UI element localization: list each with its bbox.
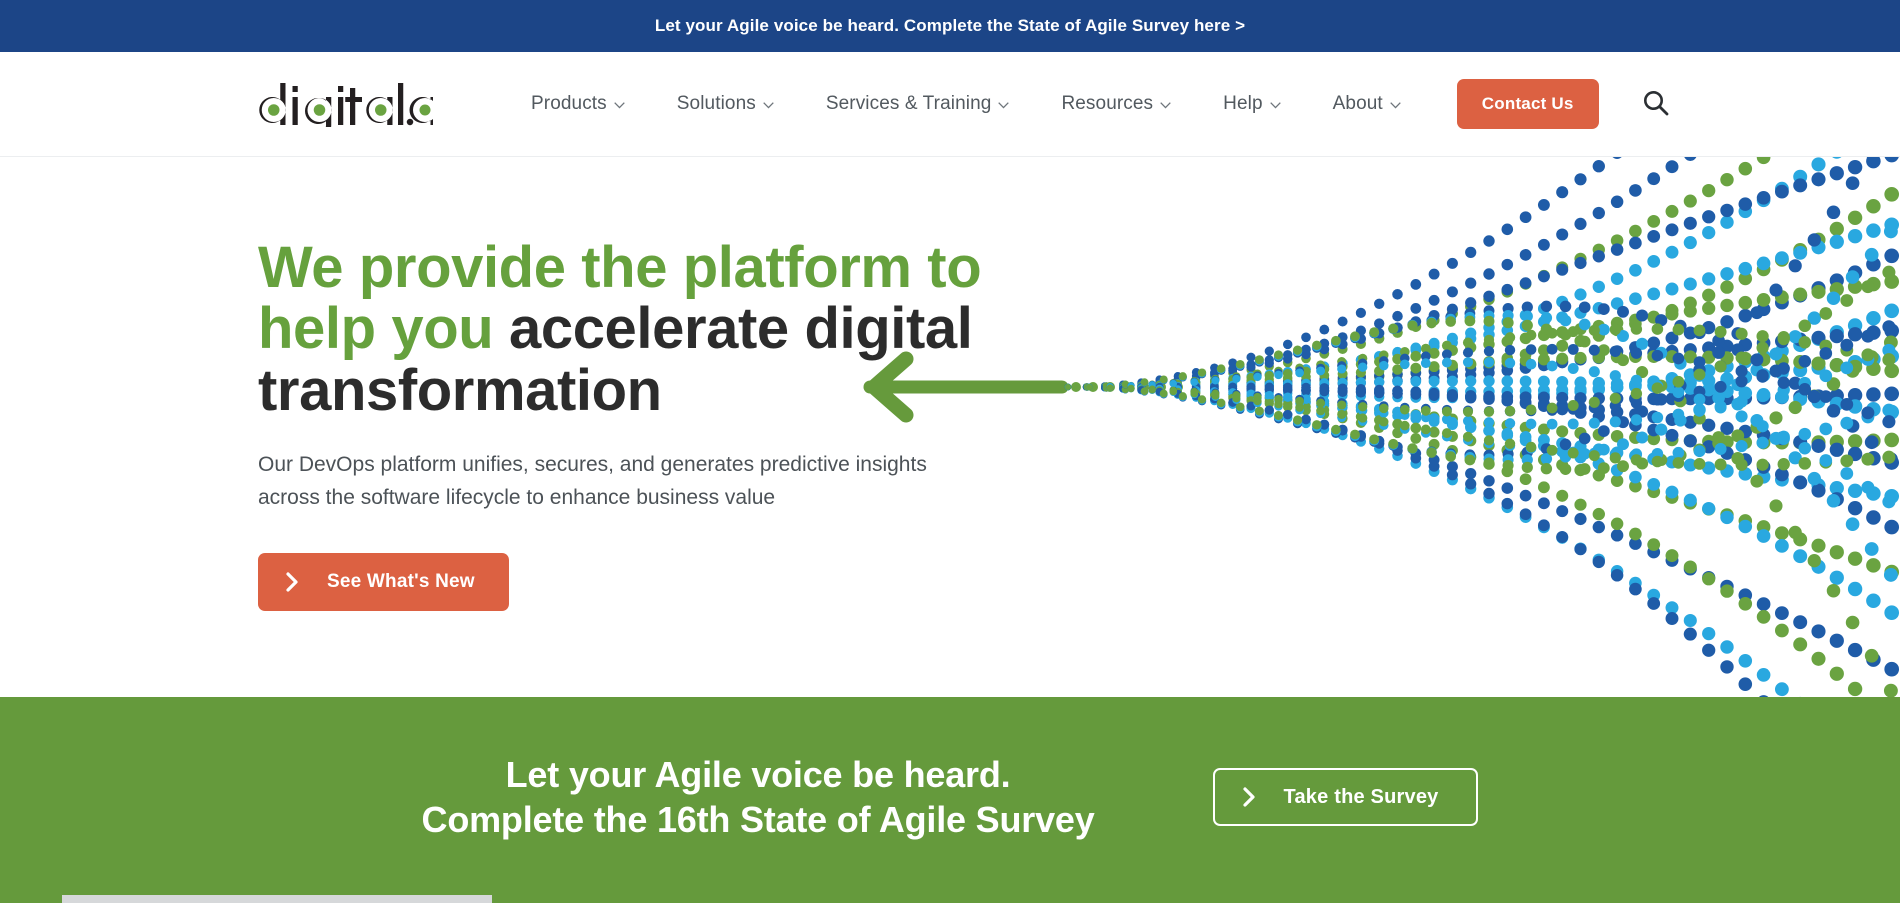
nav-item-label: Help xyxy=(1223,93,1262,115)
chevron-down-icon xyxy=(998,102,1009,109)
take-the-survey-button[interactable]: Take the Survey xyxy=(1213,768,1479,826)
chevron-right-icon xyxy=(286,572,299,592)
survey-headline: Let your Agile voice be heard. Complete … xyxy=(422,752,1095,843)
nav-item-help[interactable]: Help xyxy=(1197,93,1306,115)
nav-item-services-training[interactable]: Services & Training xyxy=(800,93,1036,115)
take-the-survey-label: Take the Survey xyxy=(1284,786,1439,809)
nav-item-label: Services & Training xyxy=(826,93,992,115)
see-whats-new-button[interactable]: See What's New xyxy=(258,553,509,611)
top-announcement-link[interactable]: Let your Agile voice be heard. Complete … xyxy=(655,16,1245,36)
site-header: Products Solutions Services & Training R… xyxy=(0,52,1900,157)
survey-headline-line1: Let your Agile voice be heard. xyxy=(422,752,1095,797)
nav-item-label: Solutions xyxy=(677,93,756,115)
see-whats-new-label: See What's New xyxy=(327,571,475,593)
nav-item-about[interactable]: About xyxy=(1307,93,1427,115)
contact-us-button[interactable]: Contact Us xyxy=(1457,79,1599,129)
search-icon xyxy=(1641,88,1671,121)
scrollbar-thumb[interactable] xyxy=(62,895,492,903)
chevron-down-icon xyxy=(1390,102,1401,109)
nav-item-label: Products xyxy=(531,93,607,115)
hero-content: We provide the platform to help you acce… xyxy=(258,237,1018,611)
chevron-down-icon xyxy=(614,102,625,109)
hero-section: We provide the platform to help you acce… xyxy=(0,157,1900,697)
survey-band: Let your Agile voice be heard. Complete … xyxy=(0,697,1900,903)
hero-subtitle: Our DevOps platform unifies, secures, an… xyxy=(258,449,988,514)
top-announcement-banner[interactable]: Let your Agile voice be heard. Complete … xyxy=(0,0,1900,52)
chevron-right-icon xyxy=(1243,787,1256,807)
main-navigation: Products Solutions Services & Training R… xyxy=(531,93,1427,115)
chevron-down-icon xyxy=(763,102,774,109)
search-button[interactable] xyxy=(1639,87,1673,121)
chevron-down-icon xyxy=(1270,102,1281,109)
nav-item-resources[interactable]: Resources xyxy=(1035,93,1197,115)
survey-headline-line2: Complete the 16th State of Agile Survey xyxy=(422,797,1095,842)
horizontal-scrollbar[interactable] xyxy=(0,894,1900,903)
nav-item-label: About xyxy=(1333,93,1383,115)
chevron-down-icon xyxy=(1160,102,1171,109)
nav-item-label: Resources xyxy=(1061,93,1153,115)
nav-item-solutions[interactable]: Solutions xyxy=(651,93,800,115)
hero-headline: We provide the platform to help you acce… xyxy=(258,237,1018,421)
nav-item-products[interactable]: Products xyxy=(531,93,651,115)
digital-ai-logo[interactable] xyxy=(258,81,433,127)
